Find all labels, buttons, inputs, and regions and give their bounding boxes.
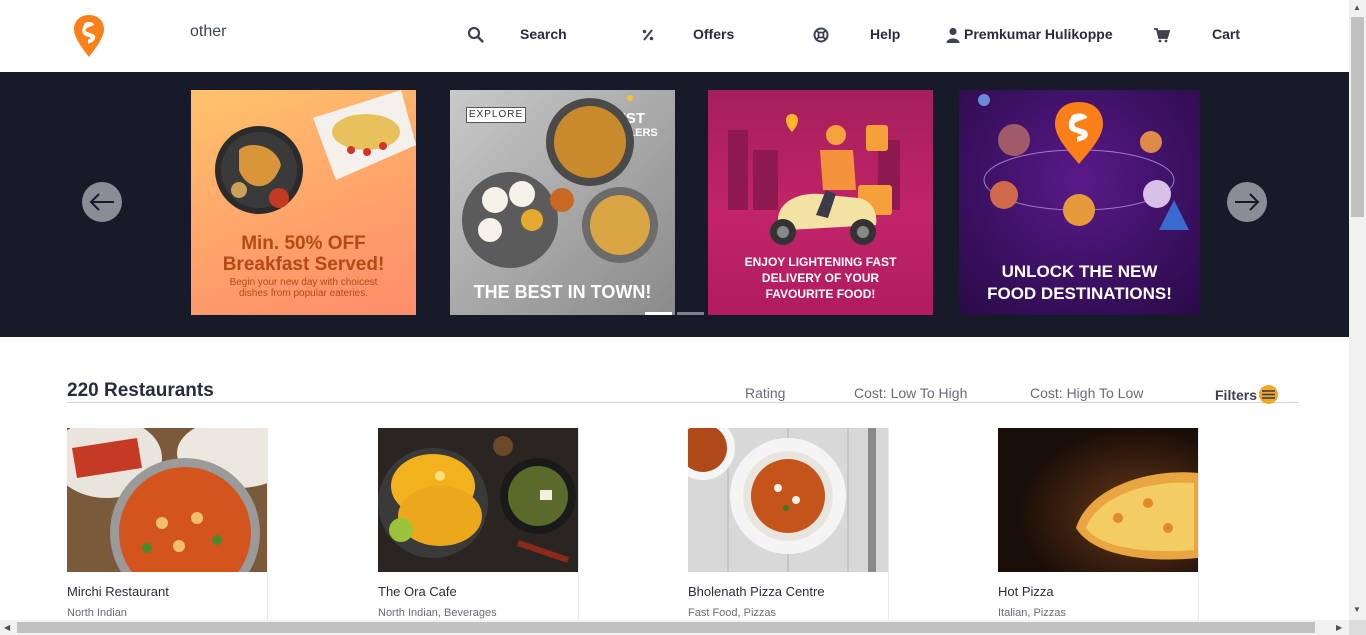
restaurant-name: The Ora Cafe [378,584,457,599]
filters-button[interactable]: Filters [1215,385,1279,404]
food-planets-illustration [978,94,1189,230]
scrollbar-corner [1349,620,1366,635]
nav-search-link[interactable]: Search [520,26,567,42]
horizontal-scrollbar[interactable]: ◀ ▶ [0,620,1349,635]
vertical-scroll-thumb[interactable] [1351,17,1364,217]
sort-cost-low-high[interactable]: Cost: Low To High [854,385,967,401]
carousel-slide-fast-delivery[interactable]: ENJOY LIGHTENING FAST DELIVERY OF YOUR F… [708,90,933,315]
offers-icon[interactable] [639,26,657,44]
top-header: other Search Offers Help Premkumar Hulik… [0,0,1349,72]
restaurant-image [378,428,578,572]
carousel-dot-active[interactable] [645,312,672,315]
carousel-slide-best-in-town[interactable]: EXPLORE BEST SELLERS THE BEST IN TOWN! [450,90,675,315]
slide4-line1: UNLOCK THE NEW [1001,262,1158,281]
nav-user-link[interactable]: Premkumar Hulikoppe [964,26,1113,42]
slide4-line2: FOOD DESTINATIONS! [987,284,1172,303]
filter-icon [1259,385,1279,404]
restaurant-card[interactable]: The Ora Cafe North Indian, Beverages [378,428,579,620]
user-icon[interactable] [944,26,962,44]
search-icon[interactable] [467,26,485,44]
restaurant-count: 220 Restaurants [67,380,214,401]
location-text[interactable]: other [190,23,226,41]
offers-carousel: Min. 50% OFF Breakfast Served! Begin you… [0,72,1349,337]
carousel-slide-breakfast[interactable]: Min. 50% OFF Breakfast Served! Begin you… [191,90,416,315]
restaurant-name: Hot Pizza [998,584,1054,599]
slide1-sub2: dishes from popular eateries. [239,288,368,299]
help-lifebuoy-icon[interactable] [812,26,830,44]
scroll-right-icon[interactable]: ▶ [1336,623,1342,632]
restaurant-cuisine: Fast Food, Pizzas [688,607,777,619]
nav-cart-link[interactable]: Cart [1212,26,1240,42]
restaurant-image [998,428,1198,572]
filters-label: Filters [1215,386,1258,403]
vertical-scrollbar[interactable]: ▲ ▼ [1349,0,1366,620]
scroll-down-icon[interactable]: ▼ [1353,605,1361,614]
carousel-slide-food-destinations[interactable]: UNLOCK THE NEW FOOD DESTINATIONS! [959,90,1200,315]
slide1-headline: Min. 50% OFF [241,233,366,254]
scroll-up-icon[interactable]: ▲ [1353,3,1361,12]
horizontal-scroll-thumb[interactable] [17,622,1315,633]
slide1-headline2: Breakfast Served! [222,254,385,275]
slide3-line1: ENJOY LIGHTENING FAST [744,255,897,269]
cart-icon[interactable] [1153,26,1171,44]
restaurant-cuisine: North Indian [67,607,127,619]
restaurant-card[interactable]: Mirchi Restaurant North Indian [67,428,268,620]
slide3-line3: FAVOURITE FOOD! [765,287,876,301]
best-sellers-dishes-illustration [462,95,658,268]
carousel-prev-button[interactable] [82,182,122,222]
breakfast-dish-illustration [215,90,416,214]
carousel-next-button[interactable] [1227,182,1267,222]
restaurant-name: Bholenath Pizza Centre [688,584,825,599]
swiggy-logo[interactable] [72,14,106,58]
nav-offers-link[interactable]: Offers [693,26,734,42]
slide2-headline: THE BEST IN TOWN! [473,282,652,302]
arrow-left-icon [89,193,114,211]
arrow-right-icon [1235,193,1260,211]
restaurant-image [688,428,888,572]
restaurant-cuisine: North Indian, Beverages [378,607,497,619]
carousel-dot[interactable] [677,312,704,315]
slide1-sub: Begin your new day with choicest [229,277,378,288]
restaurant-card[interactable]: Hot Pizza Italian, Pizzas [998,428,1199,620]
sort-rating[interactable]: Rating [745,385,785,401]
slide3-line2: DELIVERY OF YOUR [761,271,880,285]
restaurant-image [67,428,267,572]
nav-help-link[interactable]: Help [870,26,900,42]
restaurant-cuisine: Italian, Pizzas [998,607,1066,619]
restaurants-toolbar: 220 Restaurants Rating Cost: Low To High… [67,378,1299,404]
page-viewport: other Search Offers Help Premkumar Hulik… [0,0,1349,620]
restaurant-name: Mirchi Restaurant [67,584,169,599]
sort-cost-high-low[interactable]: Cost: High To Low [1030,385,1143,401]
delivery-scooter-illustration [728,114,900,245]
scroll-left-icon[interactable]: ◀ [4,623,10,632]
restaurant-card[interactable]: Bholenath Pizza Centre Fast Food, Pizzas [688,428,889,620]
